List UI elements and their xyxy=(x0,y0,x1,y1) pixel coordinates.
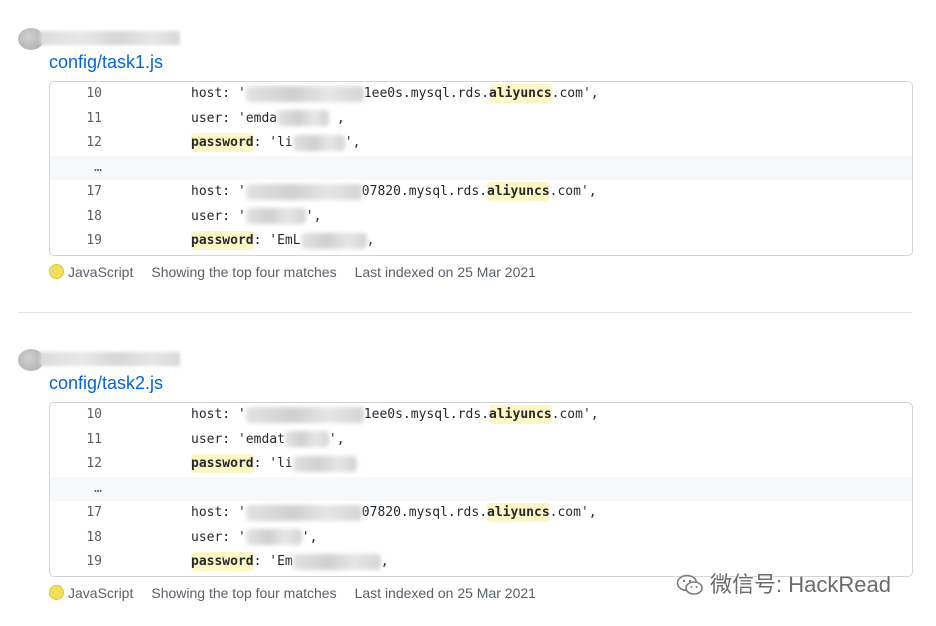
code-line: 18 user: ' ', xyxy=(50,205,912,230)
file-link[interactable]: config/task1.js xyxy=(49,52,163,73)
line-number: 11 xyxy=(86,110,102,126)
code-text: user: ' ', xyxy=(191,529,318,545)
line-number: 19 xyxy=(86,233,102,248)
wechat-watermark: 微信号: HackRead xyxy=(676,570,891,600)
redacted-value xyxy=(292,134,345,151)
javascript-dot-icon xyxy=(49,264,64,279)
match-highlight: password xyxy=(191,552,254,571)
repo-name-redacted[interactable] xyxy=(40,352,180,366)
code-text: password: 'li xyxy=(191,452,357,477)
matches-count-text: Showing the top four matches xyxy=(151,264,337,280)
line-number: 11 xyxy=(86,431,102,447)
redacted-value xyxy=(245,85,364,102)
line-number: 12 xyxy=(86,135,102,150)
code-text: host: ' 07820.mysql.rds.aliyuncs.com', xyxy=(191,503,597,522)
line-number: 12 xyxy=(86,456,102,471)
code-text: user: 'emda , xyxy=(191,110,345,126)
redacted-value xyxy=(245,208,306,224)
result-divider xyxy=(18,312,912,313)
line-number: 10 xyxy=(86,407,102,422)
line-number: 18 xyxy=(86,208,102,224)
language-label: JavaScript xyxy=(68,264,134,280)
line-number: 17 xyxy=(86,505,102,520)
code-line: 12 password: 'li ', xyxy=(50,131,912,156)
code-snippet: 10 host: ' 1ee0s.mysql.rds.aliyuncs.com', 1… xyxy=(49,81,913,256)
collapsed-lines-row: … xyxy=(50,476,912,501)
last-indexed-text: Last indexed on 25 Mar 2021 xyxy=(354,264,536,280)
code-text: user: 'emdat ', xyxy=(191,431,345,447)
code-text: password: 'Em, xyxy=(191,552,389,571)
match-highlight: password xyxy=(191,231,254,250)
code-text: password: 'li ', xyxy=(191,133,361,152)
line-number: 10 xyxy=(86,86,102,101)
repo-header[interactable] xyxy=(18,349,188,371)
last-indexed-text: Last indexed on 25 Mar 2021 xyxy=(354,585,536,601)
redacted-value xyxy=(277,110,330,126)
match-highlight: aliyuncs xyxy=(487,503,550,522)
code-line: 10 host: ' 1ee0s.mysql.rds.aliyuncs.com', xyxy=(50,403,912,428)
matches-count-text: Showing the top four matches xyxy=(151,585,337,601)
redacted-value xyxy=(292,455,357,472)
wechat-icon xyxy=(676,574,703,595)
language-label: JavaScript xyxy=(68,585,134,601)
code-line: 12 password: 'li xyxy=(50,452,912,477)
match-highlight: aliyuncs xyxy=(489,405,552,424)
code-line: 11 user: 'emdat ', xyxy=(50,428,912,453)
code-line: 11 user: 'emda , xyxy=(50,107,912,132)
redacted-value xyxy=(245,183,362,200)
code-line: 17 host: ' 07820.mysql.rds.aliyuncs.com', xyxy=(50,180,912,205)
redacted-value xyxy=(292,553,381,570)
code-line: 10 host: ' 1ee0s.mysql.rds.aliyuncs.com', xyxy=(50,82,912,107)
match-highlight: aliyuncs xyxy=(489,84,552,103)
match-highlight: aliyuncs xyxy=(487,182,550,201)
code-line: 17 host: ' 07820.mysql.rds.aliyuncs.com', xyxy=(50,501,912,526)
redacted-value xyxy=(245,504,362,521)
line-number: 18 xyxy=(86,529,102,545)
redacted-value xyxy=(300,232,367,249)
match-highlight: password xyxy=(191,454,254,473)
collapsed-lines-row: … xyxy=(50,155,912,180)
code-text: user: ' ', xyxy=(191,208,322,224)
line-number: 19 xyxy=(86,554,102,569)
code-text: host: ' 07820.mysql.rds.aliyuncs.com', xyxy=(191,182,597,201)
code-text: host: ' 1ee0s.mysql.rds.aliyuncs.com', xyxy=(191,405,599,424)
line-number: … xyxy=(94,480,102,496)
line-number: … xyxy=(94,159,102,175)
line-number: 17 xyxy=(86,184,102,199)
code-line: 19 password: 'EmL, xyxy=(50,229,912,254)
match-highlight: password xyxy=(191,133,254,152)
code-snippet: 10 host: ' 1ee0s.mysql.rds.aliyuncs.com', 1… xyxy=(49,402,913,577)
code-line: 18 user: ' ', xyxy=(50,526,912,551)
repo-header[interactable] xyxy=(18,28,188,50)
redacted-value xyxy=(284,431,329,447)
repo-name-redacted[interactable] xyxy=(40,31,180,45)
redacted-value xyxy=(245,406,364,423)
javascript-dot-icon xyxy=(49,585,64,600)
file-link[interactable]: config/task2.js xyxy=(49,373,163,394)
result-meta: JavaScript Showing the top four matches La… xyxy=(49,583,536,603)
watermark-text: 微信号: HackRead xyxy=(710,572,891,597)
code-text: host: ' 1ee0s.mysql.rds.aliyuncs.com', xyxy=(191,84,599,103)
code-text: password: 'EmL, xyxy=(191,231,375,250)
result-meta: JavaScript Showing the top four matches La… xyxy=(49,262,536,282)
redacted-value xyxy=(245,529,302,545)
